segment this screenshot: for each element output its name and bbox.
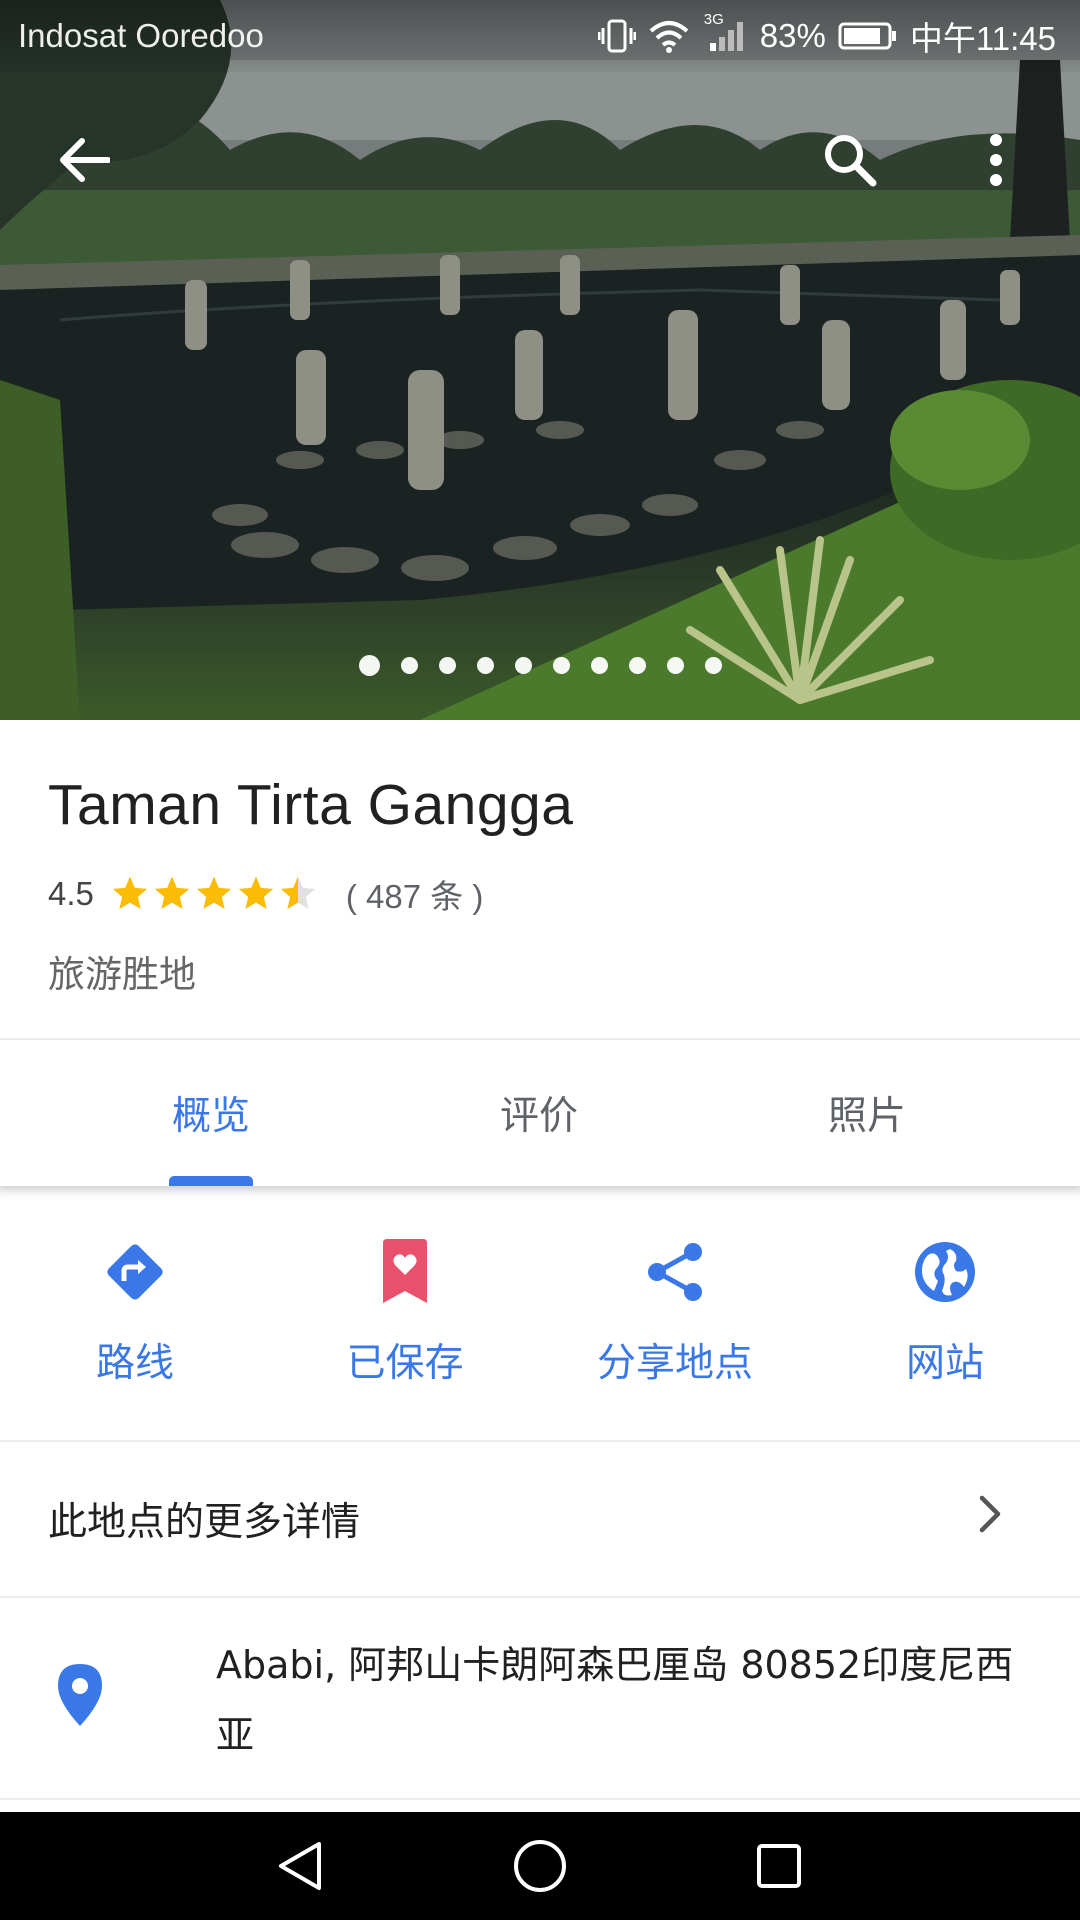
arrow-back-icon bbox=[60, 138, 110, 182]
nav-recents-button[interactable] bbox=[749, 1836, 809, 1896]
star-full-icon bbox=[196, 876, 232, 909]
rating-value: 4.5 bbox=[48, 875, 94, 912]
more-options-button[interactable] bbox=[954, 118, 1038, 202]
nav-home-button[interactable] bbox=[510, 1836, 570, 1896]
page-dot[interactable] bbox=[590, 657, 608, 674]
nav-recents-icon bbox=[757, 1844, 801, 1888]
chevron-right-icon bbox=[978, 1494, 1002, 1538]
page-dot-active[interactable] bbox=[358, 655, 380, 676]
tab-reviews[interactable]: 评价 bbox=[375, 1040, 703, 1186]
address-row[interactable]: Ababi, 阿邦山卡朗阿森巴厘岛 80852印度尼西亚 bbox=[0, 1598, 1080, 1798]
nav-home-icon bbox=[514, 1840, 566, 1892]
star-full-icon bbox=[154, 876, 190, 909]
more-vert-icon bbox=[990, 134, 1002, 186]
saved-bookmark-icon bbox=[369, 1236, 441, 1308]
saved-button[interactable]: 已保存 bbox=[270, 1200, 540, 1440]
battery-percent: 83% bbox=[759, 17, 826, 54]
page-dot[interactable] bbox=[552, 657, 570, 674]
tab-bar-shadow bbox=[0, 1186, 1080, 1200]
rating-row[interactable]: 4.5 ( 487 条 ) bbox=[48, 870, 483, 918]
place-title: Taman Tirta Gangga bbox=[48, 773, 574, 837]
nav-back-button[interactable] bbox=[270, 1836, 330, 1896]
share-place-button[interactable]: 分享地点 bbox=[540, 1200, 810, 1440]
page-dot[interactable] bbox=[628, 657, 646, 674]
share-icon bbox=[639, 1236, 711, 1308]
page-dot[interactable] bbox=[400, 657, 418, 674]
status-bar: Indosat Ooredoo 3G 83% 中午11:45 bbox=[0, 0, 1080, 72]
more-details-row[interactable]: 此地点的更多详情 bbox=[0, 1442, 1080, 1596]
star-full-icon bbox=[238, 876, 274, 909]
star-full-icon bbox=[112, 876, 148, 909]
page-dot[interactable] bbox=[476, 657, 494, 674]
cell-signal-icon: 3G bbox=[702, 11, 748, 53]
directions-button[interactable]: 路线 bbox=[0, 1200, 270, 1440]
hero-scene-image bbox=[0, 0, 1080, 720]
vibrate-icon bbox=[597, 18, 636, 54]
back-button[interactable] bbox=[42, 118, 126, 202]
page-dot[interactable] bbox=[666, 657, 684, 674]
more-details-label: 此地点的更多详情 bbox=[48, 1500, 361, 1545]
search-icon bbox=[825, 135, 877, 187]
photo-page-indicator bbox=[0, 655, 1080, 676]
battery-icon bbox=[838, 21, 898, 51]
nav-back-icon bbox=[279, 1842, 321, 1890]
rating-stars bbox=[110, 874, 318, 914]
place-header: Taman Tirta Gangga 4.5 ( 487 条 ) 旅游胜地 bbox=[0, 720, 1080, 1040]
divider bbox=[0, 1798, 1080, 1800]
clock: 中午11:45 bbox=[909, 20, 1056, 57]
hero-photo[interactable]: Indosat Ooredoo 3G 83% 中午11:45 bbox=[0, 0, 1080, 720]
wifi-icon bbox=[648, 19, 690, 53]
address-text: Ababi, 阿邦山卡朗阿森巴厘岛 80852印度尼西亚 bbox=[216, 1643, 1014, 1757]
search-button[interactable] bbox=[808, 118, 892, 202]
globe-icon bbox=[909, 1236, 981, 1308]
carrier-name: Indosat Ooredoo bbox=[18, 17, 264, 54]
active-tab-indicator bbox=[169, 1176, 253, 1186]
directions-icon bbox=[99, 1236, 171, 1308]
review-count: ( 487 条 ) bbox=[345, 878, 484, 915]
tab-bar: 概览 评价 照片 bbox=[0, 1040, 1080, 1186]
page-dot[interactable] bbox=[438, 657, 456, 674]
star-half-icon bbox=[280, 876, 316, 909]
action-buttons: 路线 已保存 分享地点 网站 bbox=[0, 1200, 1080, 1440]
tab-overview[interactable]: 概览 bbox=[47, 1040, 375, 1186]
tab-photos[interactable]: 照片 bbox=[703, 1040, 1031, 1186]
website-button[interactable]: 网站 bbox=[810, 1200, 1080, 1440]
system-navigation-bar bbox=[0, 1812, 1080, 1920]
location-pin-icon bbox=[58, 1664, 102, 1730]
place-category: 旅游胜地 bbox=[48, 953, 196, 996]
page-dot[interactable] bbox=[704, 657, 722, 674]
page-dot[interactable] bbox=[514, 657, 532, 674]
